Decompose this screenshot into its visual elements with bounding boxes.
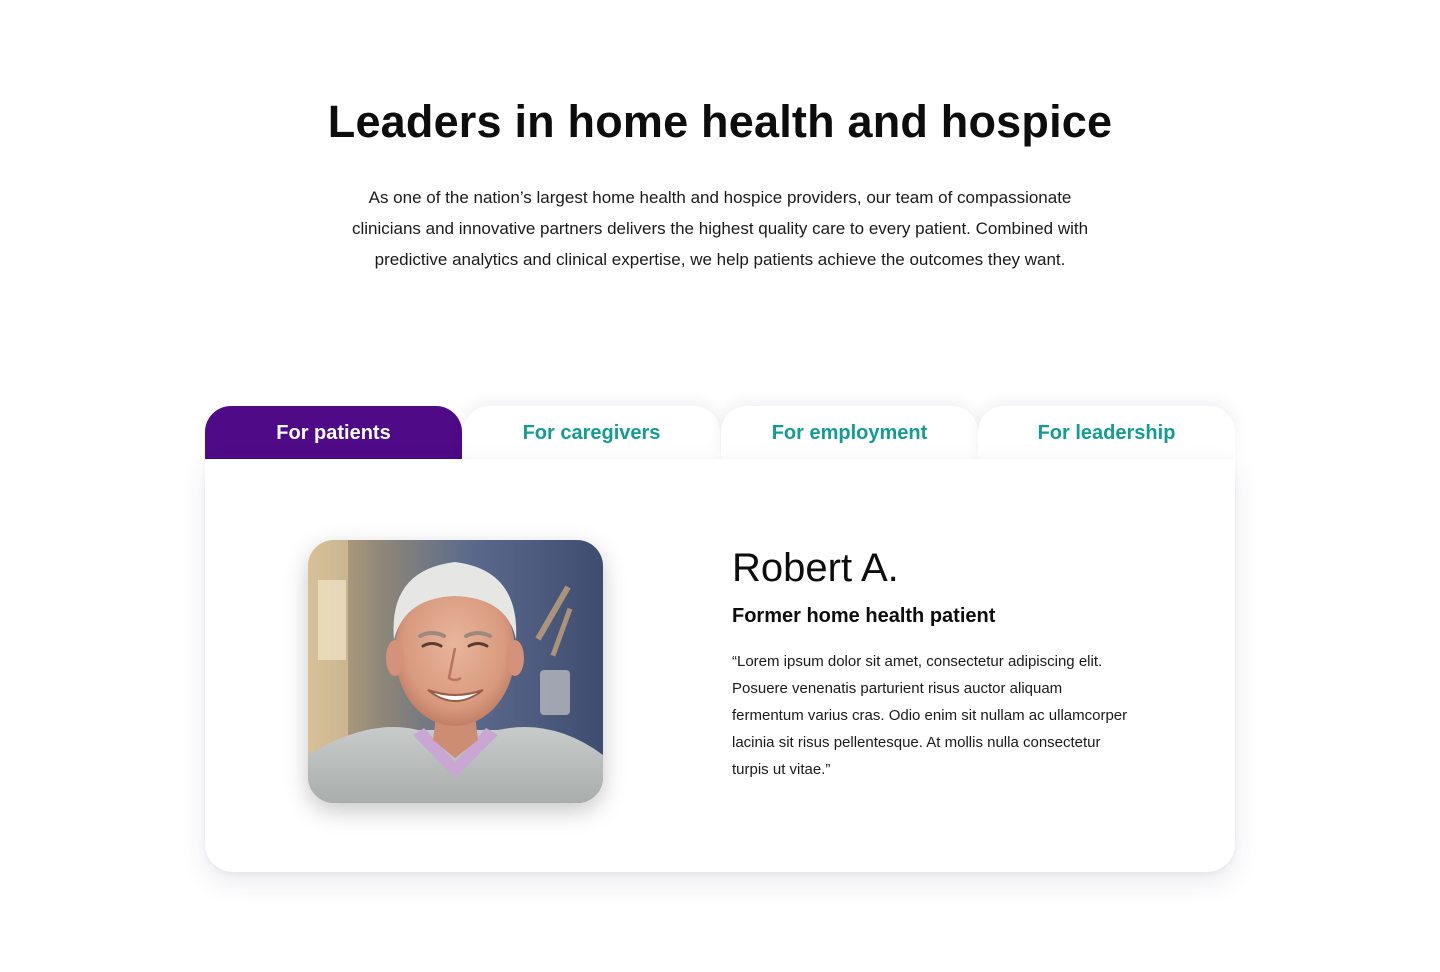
intro-paragraph: As one of the nation’s largest home heal… xyxy=(351,188,1089,269)
testimonial-role: Former home health patient xyxy=(732,605,996,627)
tab-for-leadership[interactable]: For leadership xyxy=(978,406,1235,459)
tab-for-caregivers[interactable]: For caregivers xyxy=(463,406,720,459)
testimonial-panel: Robert A. Former home health patient “Lo… xyxy=(205,459,1235,872)
testimonial-quote: “Lorem ipsum dolor sit amet, consectetur… xyxy=(732,653,1128,778)
testimonial-photo xyxy=(308,540,603,803)
tab-bar: For patients For caregivers For employme… xyxy=(205,406,1235,459)
audience-tabs-section: For patients For caregivers For employme… xyxy=(205,406,1235,872)
page-title: Leaders in home health and hospice xyxy=(327,96,1113,147)
tab-for-employment[interactable]: For employment xyxy=(721,406,978,459)
tab-for-patients[interactable]: For patients xyxy=(205,406,462,459)
testimonial-name: Robert A. xyxy=(732,546,899,590)
